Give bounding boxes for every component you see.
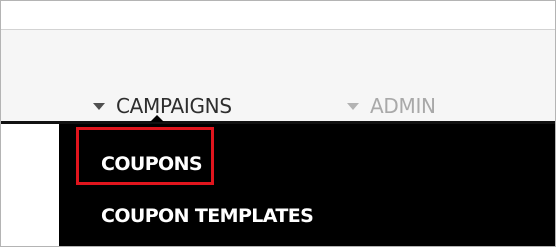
dropdown-pointer (150, 115, 164, 122)
menu-item-coupon-templates[interactable]: COUPON TEMPLATES (101, 201, 314, 231)
campaigns-dropdown-menu: COUPONS COUPON TEMPLATES (59, 124, 555, 246)
nav-item-label: CAMPAIGNS (116, 94, 232, 118)
caret-down-icon (93, 102, 105, 110)
screenshot-frame: CAMPAIGNS ADMIN COUPONS COUPON TEMPLATES (0, 0, 556, 247)
top-bar (1, 1, 555, 30)
caret-down-icon (347, 102, 359, 110)
nav-item-admin[interactable]: ADMIN (347, 93, 436, 119)
main-nav: CAMPAIGNS ADMIN (1, 30, 555, 121)
nav-item-label: ADMIN (370, 94, 436, 118)
menu-item-coupons[interactable]: COUPONS (101, 149, 203, 179)
